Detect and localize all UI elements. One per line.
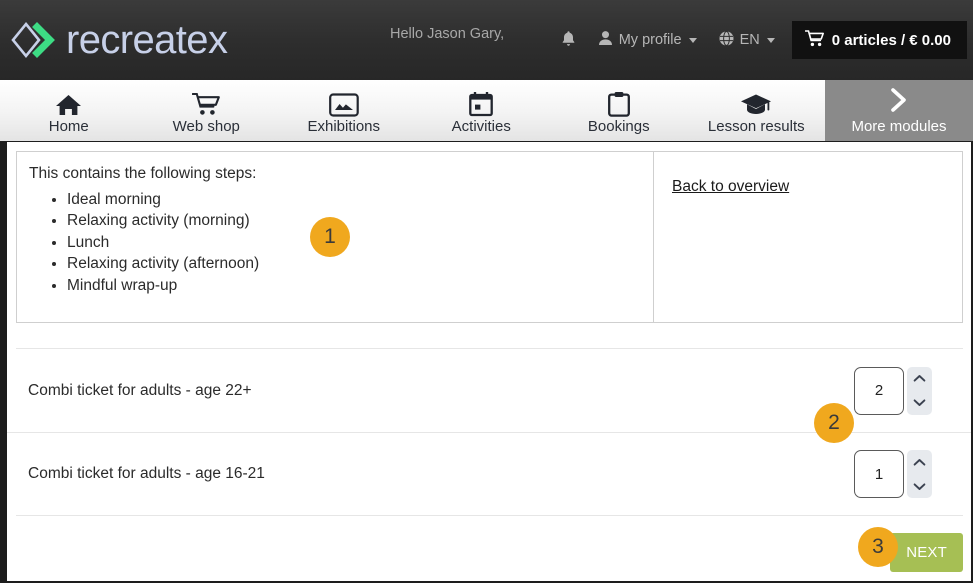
nav-label: Web shop — [173, 118, 240, 135]
greeting-text: Hello Jason Gary, — [390, 26, 504, 42]
chevron-right-icon — [888, 85, 910, 115]
steps-panel: This contains the following steps: Ideal… — [16, 151, 963, 323]
my-profile-menu[interactable]: My profile — [587, 22, 708, 58]
annotation-badge-2: 2 — [814, 403, 854, 443]
nav-item-lesson-results[interactable]: Lesson results — [688, 80, 826, 141]
list-item: Lunch — [67, 232, 653, 253]
globe-icon — [719, 31, 734, 50]
nav-label: Activities — [452, 118, 511, 135]
quantity-stepper[interactable] — [854, 367, 932, 415]
page-content: This contains the following steps: Ideal… — [7, 151, 971, 583]
application-window: recreatex Hello Jason Gary, — [0, 0, 973, 583]
quantity-spin-buttons[interactable] — [907, 450, 932, 498]
steps-intro: This contains the following steps: — [29, 165, 653, 183]
quantity-spin-buttons[interactable] — [907, 367, 932, 415]
nav-item-more-modules[interactable]: More modules — [825, 80, 973, 141]
site-header: recreatex Hello Jason Gary, — [0, 0, 973, 80]
annotation-badge-1: 1 — [310, 217, 350, 257]
list-item: Ideal morning — [67, 189, 653, 210]
user-icon — [598, 30, 613, 50]
nav-label: Exhibitions — [307, 118, 380, 135]
graduation-cap-icon — [740, 91, 772, 117]
home-icon — [55, 91, 82, 117]
steps-list: Ideal morning Relaxing activity (morning… — [67, 189, 653, 296]
cart-label: 0 articles / € 0.00 — [832, 32, 951, 49]
table-row: Combi ticket for adults - age 16-21 — [7, 432, 971, 515]
nav-item-bookings[interactable]: Bookings — [550, 80, 688, 141]
nav-item-activities[interactable]: Activities — [413, 80, 551, 141]
brand-name: recreatex — [66, 20, 227, 60]
shopping-cart-icon — [805, 30, 824, 51]
list-item: Relaxing activity (morning) — [67, 210, 653, 231]
my-profile-label: My profile — [619, 32, 682, 48]
chevron-up-icon[interactable] — [907, 450, 932, 474]
header-actions: My profile EN — [550, 0, 973, 80]
nav-label: Lesson results — [708, 118, 805, 135]
shopping-cart-icon — [192, 91, 220, 117]
annotation-badge-3: 3 — [858, 527, 898, 567]
language-menu[interactable]: EN — [708, 22, 786, 58]
nav-item-web-shop[interactable]: Web shop — [138, 80, 276, 141]
nav-label: More modules — [851, 118, 946, 135]
chevron-up-icon[interactable] — [907, 367, 932, 391]
language-label: EN — [740, 32, 760, 48]
back-to-overview-link[interactable]: Back to overview — [672, 178, 789, 195]
chevron-down-icon[interactable] — [907, 474, 932, 498]
cart-button[interactable]: 0 articles / € 0.00 — [792, 21, 967, 59]
calendar-icon — [469, 91, 493, 117]
nav-item-home[interactable]: Home — [0, 80, 138, 141]
diamond-chevron-logo-icon — [9, 20, 55, 60]
nav-label: Bookings — [588, 118, 650, 135]
main-navigation: Home Web shop Exhibitions — [0, 80, 973, 142]
nav-label: Home — [49, 118, 89, 135]
quantity-stepper[interactable] — [854, 450, 932, 498]
notifications-button[interactable] — [550, 22, 587, 58]
quantity-input[interactable] — [854, 367, 904, 415]
picture-frame-icon — [329, 91, 359, 117]
list-item: Relaxing activity (afternoon) — [67, 253, 653, 274]
clipboard-icon — [608, 91, 630, 117]
chevron-down-icon[interactable] — [907, 391, 932, 415]
chevron-down-icon — [689, 38, 697, 43]
ticket-label: Combi ticket for adults - age 16-21 — [28, 465, 854, 483]
nav-item-exhibitions[interactable]: Exhibitions — [275, 80, 413, 141]
brand-logo[interactable]: recreatex — [9, 20, 227, 60]
footer-actions: NEXT — [7, 516, 971, 583]
list-item: Mindful wrap-up — [67, 275, 653, 296]
quantity-input[interactable] — [854, 450, 904, 498]
bell-icon — [561, 30, 576, 51]
next-button[interactable]: NEXT — [890, 533, 963, 572]
ticket-label: Combi ticket for adults - age 22+ — [28, 382, 854, 400]
panel-actions: Back to overview — [653, 152, 962, 322]
chevron-down-icon — [767, 38, 775, 43]
